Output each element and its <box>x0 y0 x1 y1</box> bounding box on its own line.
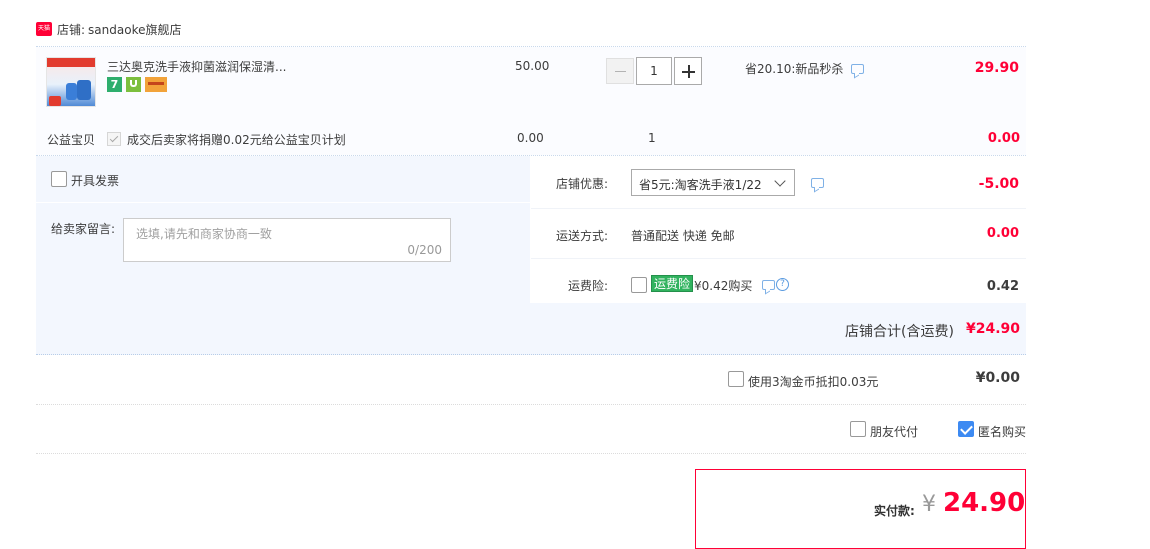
chevron-down-icon <box>774 175 786 187</box>
coins-divider <box>36 404 1026 405</box>
message-counter: 0/200 <box>407 243 442 257</box>
insurance-amount: 0.42 <box>986 279 1019 294</box>
insurance-checkbox[interactable] <box>631 277 647 293</box>
service-icons: 7 <box>107 77 167 93</box>
message-placeholder: 选填,请先和商家协商一致 <box>136 227 272 241</box>
credit-card-icon[interactable] <box>145 77 167 92</box>
charity-text: 成交后卖家将捐赠0.02元给公益宝贝计划 <box>127 133 346 147</box>
right-row-divider <box>531 258 1026 259</box>
friend-pay-label: 朋友代付 <box>870 425 919 439</box>
discount-amount: -5.00 <box>978 176 1019 192</box>
anonymous-checkbox[interactable] <box>958 421 974 437</box>
quantity-decrease-button[interactable] <box>606 58 634 84</box>
shipping-amount: 0.00 <box>986 226 1019 241</box>
insurance-tag: 运费险 <box>651 275 694 292</box>
coins-label: 使用3淘金币抵扣0.03元 <box>748 375 879 389</box>
product-price: 50.00 <box>515 59 550 73</box>
shop-label: 店铺: <box>57 22 86 37</box>
right-row-divider <box>531 208 1026 209</box>
chat-icon[interactable] <box>851 64 864 74</box>
anonymous-label: 匿名购买 <box>978 425 1027 439</box>
help-icon[interactable]: ? <box>776 278 789 291</box>
shop-total-amount: ¥24.90 <box>965 321 1020 337</box>
shipping-label: 运送方式: <box>556 229 609 243</box>
charity-label: 公益宝贝 <box>47 133 96 147</box>
shop-total-label: 店铺合计(含运费) <box>845 324 954 340</box>
chat-icon[interactable] <box>811 178 824 188</box>
product-title-link[interactable]: 三达奥克洗手液抑菌滋润保湿清... <box>107 58 307 75</box>
coins-amount: ¥0.00 <box>975 370 1020 386</box>
insurance-label: 运费险: <box>568 279 609 293</box>
shop-name-link[interactable]: sandaoke旗舰店 <box>88 21 181 38</box>
charity-checkbox[interactable] <box>107 132 121 146</box>
discount-selected-value: 省5元:淘客洗手液1/22 <box>639 178 762 192</box>
guarantee-icon[interactable] <box>126 77 141 92</box>
seven-day-return-icon[interactable]: 7 <box>107 77 122 92</box>
product-thumbnail[interactable] <box>46 57 96 107</box>
invoice-label: 开具发票 <box>71 174 120 188</box>
quantity-increase-button[interactable] <box>674 57 702 85</box>
thumbnail-bottle-icon <box>77 80 91 100</box>
shop-header: 天猫 店铺: sandaoke旗舰店 <box>36 20 181 38</box>
minus-icon <box>615 71 626 72</box>
friend-pay-checkbox[interactable] <box>850 421 866 437</box>
promo-text: 省20.10:新品秒杀 <box>745 62 844 76</box>
charity-quantity: 1 <box>648 131 656 145</box>
charity-price: 0.00 <box>517 131 544 145</box>
payment-label: 实付款: <box>874 504 915 518</box>
payment-currency: ¥ <box>922 492 936 517</box>
message-textarea[interactable]: 选填,请先和商家协商一致 0/200 <box>123 218 451 262</box>
left-panel-divider <box>36 202 530 203</box>
check-icon <box>109 133 119 143</box>
thumbnail-price-tag <box>49 96 61 106</box>
message-label: 给卖家留言: <box>51 222 116 236</box>
payment-amount: 24.90 <box>943 488 1026 518</box>
tmall-logo-icon: 天猫 <box>36 22 52 36</box>
payment-summary-box: 实付款: ¥ 24.90 <box>695 469 1026 549</box>
product-subtotal: 29.90 <box>974 60 1019 76</box>
coins-checkbox[interactable] <box>728 371 744 387</box>
discount-label: 店铺优惠: <box>556 177 609 191</box>
chat-icon[interactable] <box>762 280 775 290</box>
discount-select[interactable]: 省5元:淘客洗手液1/22 <box>631 169 795 196</box>
charity-subtotal: 0.00 <box>987 131 1020 146</box>
insurance-text: ¥0.42购买 <box>694 279 753 293</box>
options-divider <box>36 453 1026 454</box>
shipping-method: 普通配送 快递 免邮 <box>631 229 735 243</box>
invoice-checkbox[interactable] <box>51 171 67 187</box>
thumbnail-bottle-icon <box>66 83 77 100</box>
thumbnail-banner <box>47 58 95 67</box>
quantity-input[interactable]: 1 <box>636 57 672 85</box>
